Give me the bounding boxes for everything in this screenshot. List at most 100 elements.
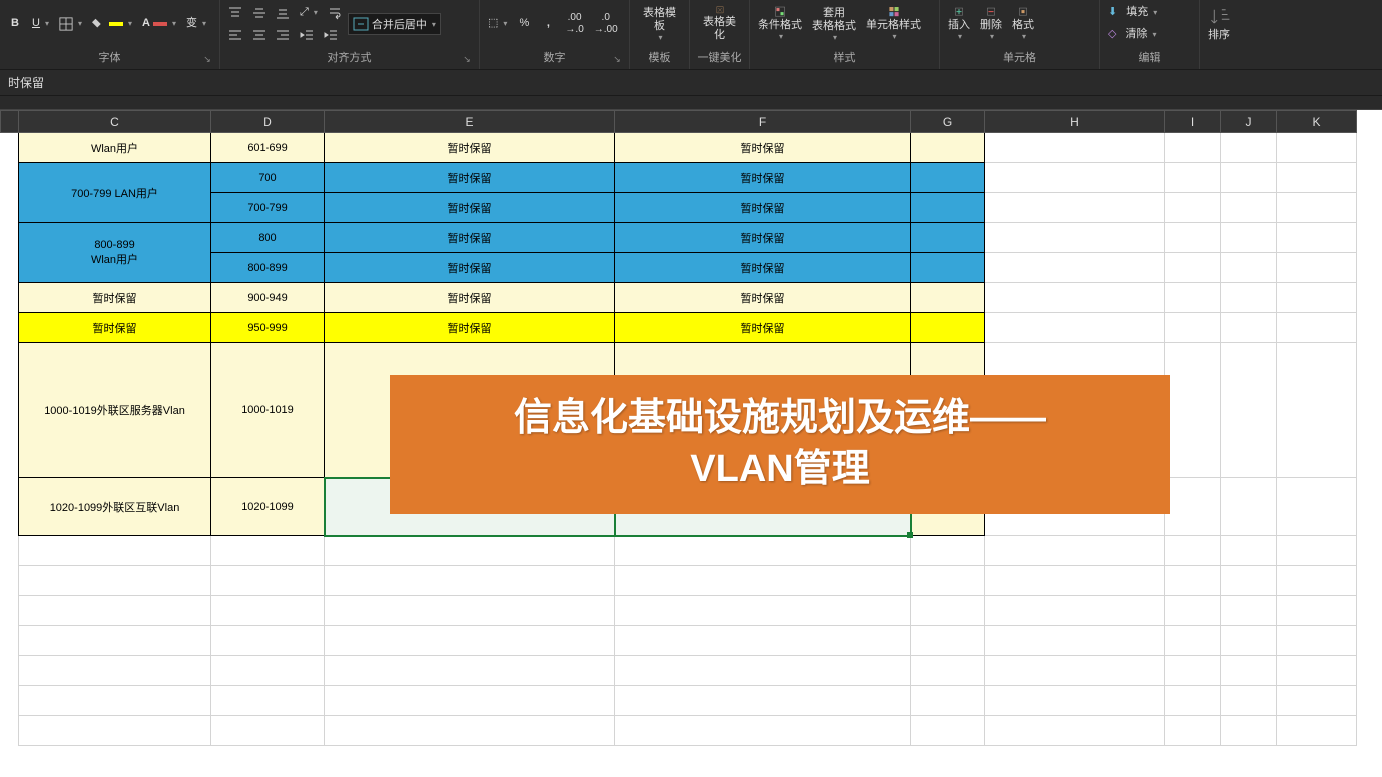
cell[interactable]: [985, 686, 1165, 716]
align-middle-button[interactable]: [248, 2, 270, 24]
cell[interactable]: [615, 596, 911, 626]
cell[interactable]: [985, 223, 1165, 253]
cell[interactable]: 暂时保留: [325, 223, 615, 253]
corner[interactable]: [1, 111, 19, 133]
align-top-button[interactable]: [224, 2, 246, 24]
increase-indent-button[interactable]: [320, 24, 342, 46]
sort-button[interactable]: 排序: [1204, 4, 1234, 44]
cell[interactable]: [985, 656, 1165, 686]
phonetic-button[interactable]: 变▾: [182, 13, 210, 35]
cell[interactable]: [1277, 283, 1357, 313]
cell[interactable]: [615, 686, 911, 716]
cell[interactable]: [1221, 716, 1277, 746]
cell[interactable]: [211, 716, 325, 746]
cell[interactable]: [1, 716, 19, 746]
cell[interactable]: 暂时保留: [325, 163, 615, 193]
fill-handle[interactable]: [907, 532, 913, 538]
cell[interactable]: [911, 283, 985, 313]
cell[interactable]: 900-949: [211, 283, 325, 313]
cell[interactable]: [19, 596, 211, 626]
col-F[interactable]: F: [615, 111, 911, 133]
cell[interactable]: [985, 716, 1165, 746]
cell[interactable]: 800-899: [211, 253, 325, 283]
cell[interactable]: [1165, 133, 1221, 163]
cell[interactable]: [1277, 163, 1357, 193]
cell[interactable]: [1, 686, 19, 716]
cell[interactable]: 1000-1019外联区服务器Vlan: [19, 343, 211, 478]
cell[interactable]: [211, 566, 325, 596]
cell[interactable]: [1221, 133, 1277, 163]
cell[interactable]: [1277, 313, 1357, 343]
cell[interactable]: 暂时保留: [615, 223, 911, 253]
cell[interactable]: [1, 656, 19, 686]
cell[interactable]: [325, 686, 615, 716]
cell[interactable]: [19, 566, 211, 596]
cell[interactable]: [1165, 626, 1221, 656]
cell[interactable]: [911, 626, 985, 656]
align-center-button[interactable]: [248, 24, 270, 46]
cell[interactable]: [325, 716, 615, 746]
table-template-button[interactable]: 表格模板▾: [634, 4, 685, 44]
cell[interactable]: [615, 536, 911, 566]
cell[interactable]: 1000-1019: [211, 343, 325, 478]
cell[interactable]: [1277, 478, 1357, 536]
bold-button[interactable]: B: [4, 13, 26, 35]
cell[interactable]: 暂时保留: [325, 253, 615, 283]
cell[interactable]: [615, 626, 911, 656]
cell[interactable]: 暂时保留: [615, 313, 911, 343]
cell[interactable]: [1165, 566, 1221, 596]
apply-format-button[interactable]: 套用 表格格式▾: [808, 4, 860, 44]
cell[interactable]: [911, 163, 985, 193]
cell[interactable]: [911, 686, 985, 716]
cell[interactable]: [911, 193, 985, 223]
cell[interactable]: [985, 566, 1165, 596]
cell[interactable]: [1277, 343, 1357, 478]
col-C[interactable]: C: [19, 111, 211, 133]
cell[interactable]: [1165, 536, 1221, 566]
cell[interactable]: [911, 596, 985, 626]
cell[interactable]: [1221, 626, 1277, 656]
cell[interactable]: 暂时保留: [615, 253, 911, 283]
cell[interactable]: 1020-1099外联区互联Vlan: [19, 478, 211, 536]
cell[interactable]: 800: [211, 223, 325, 253]
cell[interactable]: [985, 193, 1165, 223]
cell[interactable]: 暂时保留: [325, 313, 615, 343]
cell[interactable]: [19, 656, 211, 686]
cell[interactable]: 暂时保留: [615, 133, 911, 163]
cell[interactable]: [19, 626, 211, 656]
cell[interactable]: [211, 596, 325, 626]
cell[interactable]: [1221, 313, 1277, 343]
cell[interactable]: 暂时保留: [19, 313, 211, 343]
cell[interactable]: [1277, 133, 1357, 163]
fill-button[interactable]: ⬇ 填充▾: [1104, 2, 1174, 24]
cell[interactable]: [1165, 686, 1221, 716]
cell[interactable]: [1, 566, 19, 596]
cell[interactable]: [1165, 223, 1221, 253]
cell[interactable]: [211, 626, 325, 656]
cell[interactable]: [911, 536, 985, 566]
cell[interactable]: [1221, 193, 1277, 223]
cell[interactable]: [985, 596, 1165, 626]
cell[interactable]: [911, 716, 985, 746]
cell[interactable]: 暂时保留: [615, 283, 911, 313]
cell[interactable]: [1277, 253, 1357, 283]
cell[interactable]: [1277, 536, 1357, 566]
cell[interactable]: [1165, 596, 1221, 626]
cell[interactable]: 950-999: [211, 313, 325, 343]
cell[interactable]: [985, 133, 1165, 163]
align-dialog-launcher[interactable]: [461, 53, 473, 65]
col-J[interactable]: J: [1221, 111, 1277, 133]
cell[interactable]: [19, 716, 211, 746]
cell[interactable]: [985, 163, 1165, 193]
cell[interactable]: [911, 133, 985, 163]
cell[interactable]: [1221, 478, 1277, 536]
cell[interactable]: [985, 626, 1165, 656]
cell[interactable]: 700: [211, 163, 325, 193]
cell[interactable]: [1165, 253, 1221, 283]
underline-button[interactable]: U▾: [28, 13, 53, 35]
col-I[interactable]: I: [1165, 111, 1221, 133]
cell[interactable]: [1277, 566, 1357, 596]
increase-decimal-button[interactable]: .00→.0: [561, 13, 587, 35]
align-bottom-button[interactable]: [272, 2, 294, 24]
cell[interactable]: [1221, 596, 1277, 626]
